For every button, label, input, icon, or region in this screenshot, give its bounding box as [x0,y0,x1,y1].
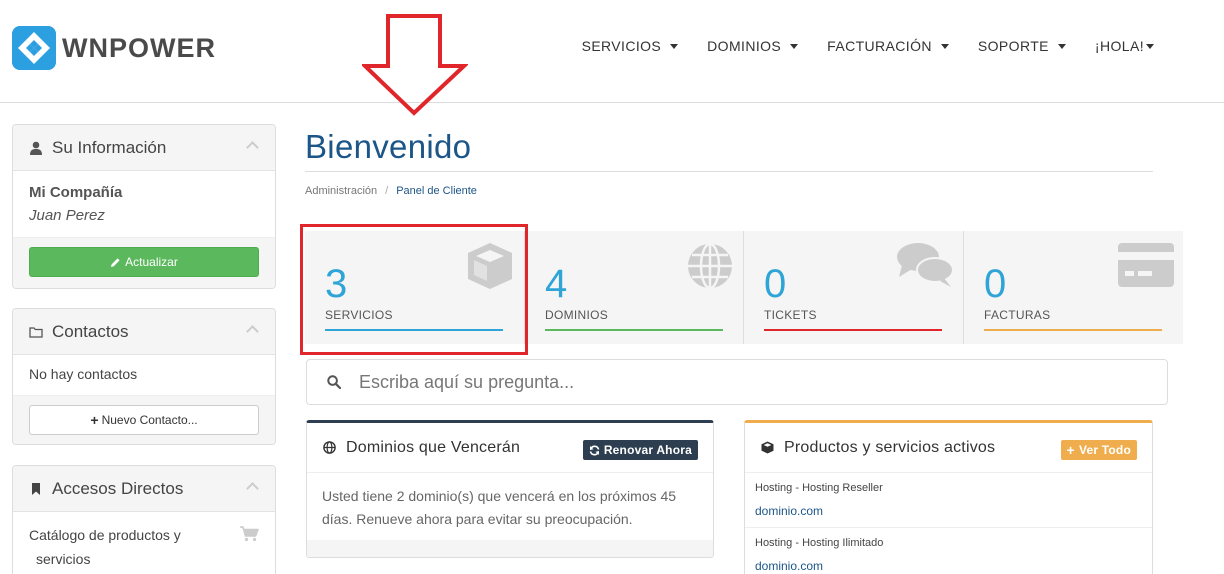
tile-label: FACTURAS [984,308,1051,322]
shortcuts-panel: Accesos Directos Catálogo de productos y… [12,465,276,574]
update-info-button[interactable]: Actualizar [29,247,259,277]
caret-down-icon [1057,43,1066,49]
plus-icon: + [90,412,99,428]
list-item[interactable]: Hosting - Hosting Reseller dominio.com [745,473,1152,528]
search-input[interactable] [359,371,1139,393]
tile-count: 4 [545,262,568,306]
tile-count: 0 [984,262,1007,306]
nav-label: SERVICIOS [581,38,662,54]
nav-soporte[interactable]: SOPORTE [978,38,1066,54]
caret-down-icon [1146,43,1154,49]
info-panel-title: Su Información [52,137,167,157]
active-products-header: Productos y servicios activos + Ver Todo [745,423,1152,473]
chevron-up-icon[interactable] [246,141,259,154]
caret-down-icon [790,43,799,49]
breadcrumb-current: Panel de Cliente [396,185,477,197]
update-info-label: Actualizar [125,255,178,269]
pencil-icon [111,257,120,267]
expiring-domains-header: Dominios que Vencerán Renovar Ahora [307,423,713,473]
brand-logo[interactable]: WNPOWER [12,26,216,70]
folder-icon [29,326,43,338]
nav-label: FACTURACIÓN [827,38,932,54]
logo-icon [12,26,56,70]
shortcuts-panel-header[interactable]: Accesos Directos [13,466,275,512]
renew-now-label: Renovar Ahora [603,443,692,457]
view-all-button[interactable]: + Ver Todo [1060,440,1137,460]
view-all-label: Ver Todo [1078,443,1131,457]
active-products-card: Productos y servicios activos + Ver Todo… [744,420,1153,574]
user-name: Juan Perez [29,207,105,224]
breadcrumb-home[interactable]: Administración [305,185,377,197]
chevron-up-icon[interactable] [246,482,259,495]
tile-dominios[interactable]: 4 DOMINIOS [524,231,744,344]
tile-label: TICKETS [764,308,817,322]
no-contacts-text: No hay contactos [29,366,138,382]
contacts-panel: Contactos No hay contactos + Nuevo Conta… [12,308,276,445]
annotation-arrow-icon [362,14,468,116]
nav-label: DOMINIOS [707,38,782,54]
cube-icon [761,441,774,454]
active-products-title: Productos y servicios activos [784,438,996,456]
tile-underline [984,329,1162,331]
shortcut-catalog[interactable]: Catálogo de productos y servicios [13,512,275,571]
globe-icon [323,441,336,454]
renew-now-button[interactable]: Renovar Ahora [582,440,698,460]
credit-card-icon [1118,243,1174,287]
brand-name: WNPOWER [62,32,216,63]
nav-dominios[interactable]: DOMINIOS [707,38,799,54]
shortcut-catalog-label: Catálogo de productos y servicios [29,527,181,567]
expiring-domains-text: Usted tiene 2 dominio(s) que vencerá en … [322,488,677,527]
product-name: Hosting - Hosting Reseller [755,482,883,494]
comments-icon [897,243,954,287]
new-contact-button[interactable]: + Nuevo Contacto... [29,405,259,435]
caret-down-icon [670,43,679,49]
page-title: Bienvenido [305,128,472,165]
search-icon[interactable] [327,375,341,389]
company-name: Mi Compañía [29,184,123,201]
user-icon [30,141,42,155]
list-item[interactable]: Hosting - Hosting Ilimitado dominio.com [745,528,1152,574]
info-panel-header[interactable]: Su Información [13,125,275,171]
tile-count: 0 [764,262,787,306]
new-contact-label: Nuevo Contacto... [101,413,198,427]
nav-label: SOPORTE [977,38,1049,54]
breadcrumb-separator: / [385,185,389,197]
annotation-highlight-box [300,224,528,355]
nav-hola[interactable]: ¡HOLA! [1095,38,1154,54]
caret-down-icon [940,43,949,49]
breadcrumb: Administración / Panel de Cliente [305,185,477,197]
tile-tickets[interactable]: 0 TICKETS [743,231,963,344]
product-domain-link[interactable]: dominio.com [755,559,1142,573]
info-panel: Su Información Mi Compañía Juan Perez Ac… [12,124,276,289]
tile-underline [764,329,942,331]
tile-label: DOMINIOS [545,308,609,322]
shortcuts-panel-title: Accesos Directos [52,478,184,498]
globe-icon [688,242,732,290]
site-header: WNPOWER SERVICIOS DOMINIOS FACTURACIÓN S… [0,0,1224,103]
expiring-domains-card: Dominios que Vencerán Renovar Ahora Uste… [306,420,714,558]
main-nav: SERVICIOS DOMINIOS FACTURACIÓN SOPORTE ¡… [582,38,1224,54]
contacts-panel-header[interactable]: Contactos [13,309,275,355]
plus-icon: + [1066,442,1075,458]
cart-icon [240,526,259,542]
tile-underline [545,329,723,331]
product-name: Hosting - Hosting Ilimitado [755,537,884,549]
card-footer [307,540,713,557]
title-divider [305,171,1153,172]
expiring-domains-title: Dominios que Vencerán [346,438,521,456]
nav-label: ¡HOLA! [1094,38,1144,54]
tile-facturas[interactable]: 0 FACTURAS [963,231,1183,344]
refresh-icon [589,445,600,455]
nav-servicios[interactable]: SERVICIOS [582,38,679,54]
product-domain-link[interactable]: dominio.com [755,504,1142,518]
bookmark-icon [32,482,40,495]
knowledgebase-search [306,359,1168,405]
chevron-up-icon[interactable] [246,325,259,338]
contacts-panel-title: Contactos [52,321,129,341]
nav-facturacion[interactable]: FACTURACIÓN [827,38,949,54]
